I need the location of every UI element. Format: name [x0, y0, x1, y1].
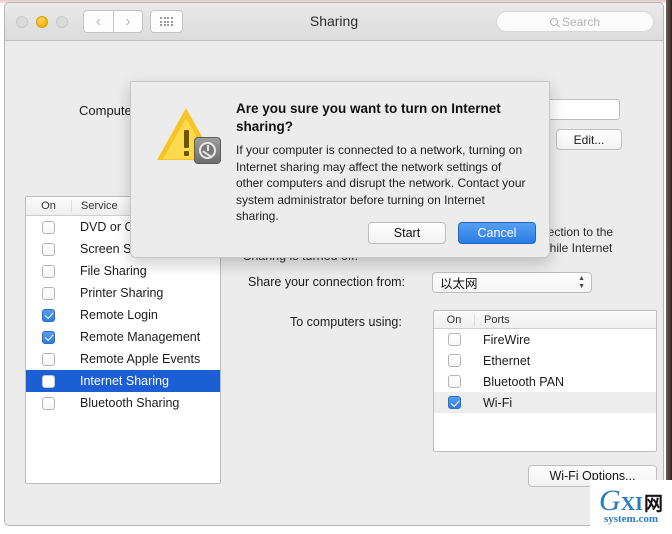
system-preferences-window: ‹ › Sharing Search Computer N Edit... On… [4, 2, 664, 526]
page-bottom-edge [0, 528, 672, 534]
ports-table-header: On Ports [434, 311, 656, 329]
system-preferences-gear-icon [194, 137, 221, 164]
table-row[interactable]: Printer Sharing [26, 282, 220, 304]
ports-column-ports: Ports [474, 313, 656, 326]
service-checkbox[interactable] [26, 352, 71, 366]
service-checkbox[interactable] [26, 220, 71, 234]
list-item[interactable]: Bluetooth PAN [434, 371, 656, 392]
port-checkbox[interactable] [434, 333, 474, 346]
table-row[interactable]: Remote Login [26, 304, 220, 326]
service-name: Bluetooth Sharing [80, 396, 180, 410]
port-name: FireWire [483, 332, 531, 347]
chevron-updown-icon: ▲ ▼ [578, 274, 585, 290]
start-button[interactable]: Start [368, 222, 446, 244]
service-checkbox[interactable] [26, 242, 71, 256]
share-from-label: Share your connection from: [248, 275, 406, 289]
window-titlebar: ‹ › Sharing Search [5, 3, 663, 41]
table-row[interactable]: File Sharing [26, 260, 220, 282]
cancel-button[interactable]: Cancel [458, 222, 536, 244]
watermark-g: G [599, 483, 621, 517]
service-name: Remote Login [80, 308, 158, 322]
port-checkbox[interactable] [434, 354, 474, 367]
search-icon [549, 17, 558, 26]
service-name: File Sharing [80, 264, 147, 278]
port-name: Wi-Fi [483, 395, 513, 410]
service-name: Internet Sharing [80, 374, 169, 388]
dialog-title: Are you sure you want to turn on Interne… [236, 101, 501, 134]
search-placeholder: Search [561, 14, 601, 29]
dialog-button-row: Start Cancel [368, 222, 536, 244]
port-name: Ethernet [483, 353, 531, 368]
list-item-wifi[interactable]: Wi-Fi [434, 392, 656, 413]
list-item[interactable]: FireWire [434, 329, 656, 350]
sharing-pane: Computer N Edit... On Service DVD or CD … [5, 41, 663, 525]
exclamation-mark-icon [183, 130, 189, 156]
warning-icon [157, 104, 221, 168]
service-checkbox[interactable] [26, 264, 71, 278]
table-row[interactable]: Remote Management [26, 326, 220, 348]
port-checkbox[interactable] [434, 375, 474, 388]
ports-column-on: On [446, 313, 462, 326]
services-column-on: On [41, 200, 56, 212]
share-from-value: 以太网 [440, 277, 478, 291]
table-row-internet-sharing[interactable]: Internet Sharing [26, 370, 220, 392]
to-computers-label: To computers using: [290, 315, 402, 329]
service-checkbox[interactable] [26, 330, 71, 344]
service-name: Printer Sharing [80, 286, 164, 300]
screenshot-root: ‹ › Sharing Search Computer N Edit... On… [0, 0, 672, 534]
confirmation-dialog: Are you sure you want to turn on Interne… [130, 81, 550, 258]
list-item[interactable]: Ethernet [434, 350, 656, 371]
service-description-text: nection to the while Internet [541, 225, 614, 255]
service-name: Remote Apple Events [80, 352, 201, 366]
port-checkbox[interactable] [434, 396, 474, 409]
page-right-edge [666, 0, 672, 534]
watermark-cjk: 网 [643, 493, 663, 515]
ports-table[interactable]: On Ports FireWire Ethernet Bluetooth PAN [433, 310, 657, 452]
table-row[interactable]: Remote Apple Events [26, 348, 220, 370]
watermark-logo: G XI 网 [599, 483, 663, 517]
edit-button[interactable]: Edit... [556, 129, 622, 150]
dialog-body-text: If your computer is connected to a netwo… [236, 143, 526, 223]
service-checkbox[interactable] [26, 396, 71, 410]
watermark: G XI 网 system.com [590, 480, 672, 530]
service-checkbox[interactable] [26, 308, 71, 322]
search-input[interactable]: Search [496, 11, 654, 32]
watermark-domain: system.com [603, 512, 659, 525]
port-name: Bluetooth PAN [483, 374, 565, 389]
table-row[interactable]: Bluetooth Sharing [26, 392, 220, 414]
watermark-xi: XI [620, 492, 643, 515]
service-checkbox[interactable] [26, 286, 71, 300]
share-from-popup[interactable]: 以太网 ▲ ▼ [432, 272, 592, 293]
service-checkbox[interactable] [26, 374, 71, 388]
service-name: Remote Management [80, 330, 201, 344]
